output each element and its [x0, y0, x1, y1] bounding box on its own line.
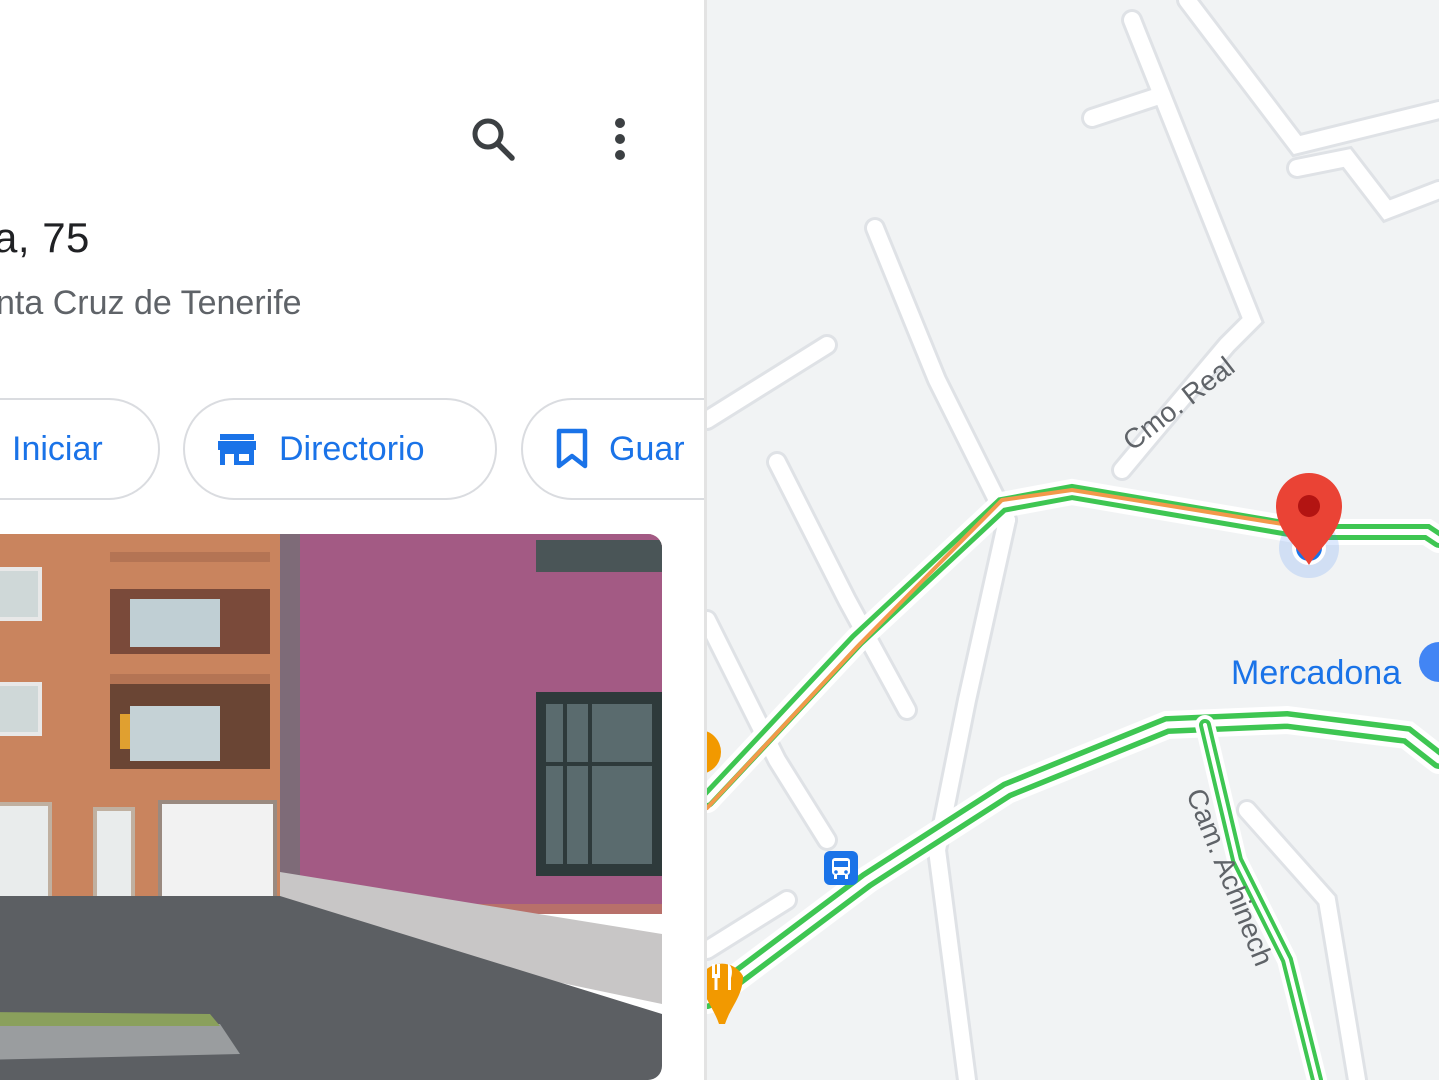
search-button[interactable] — [462, 108, 524, 170]
storefront-icon — [218, 434, 256, 465]
place-panel: a, 75 nta Cruz de Tenerife Iniciar Direc… — [0, 0, 704, 1080]
place-title: a, 75 — [0, 214, 90, 261]
save-button-label: Guar — [609, 429, 685, 468]
selected-location-marker[interactable] — [1227, 470, 1347, 590]
street-view-photo[interactable] — [0, 534, 662, 1080]
map-canvas[interactable]: Cmo. Real Cam. Achinech Mercadona — [707, 0, 1439, 1080]
restaurant-pin[interactable] — [707, 940, 753, 1026]
directory-button[interactable]: Directorio — [183, 398, 497, 500]
street-view-image — [0, 534, 662, 1080]
place-pin-icon — [707, 731, 721, 773]
directory-button-label: Directorio — [279, 429, 425, 468]
save-button[interactable]: Guar — [521, 398, 704, 500]
place-label-mercadona[interactable]: Mercadona — [1231, 654, 1401, 693]
bus-stop-icon — [824, 851, 858, 885]
restaurant-icon — [707, 963, 743, 1024]
bus-stop-pin[interactable] — [823, 850, 859, 886]
location-pin-icon — [1276, 473, 1342, 578]
bookmark-icon — [556, 428, 588, 469]
start-button[interactable]: Iniciar — [0, 398, 160, 500]
place-pin-partial[interactable] — [707, 728, 725, 778]
more-vert-icon — [615, 118, 625, 160]
search-icon — [472, 118, 515, 161]
start-button-label: Iniciar — [12, 429, 103, 468]
shopping-pin-icon — [1419, 642, 1439, 682]
mercadona-pin[interactable] — [1415, 640, 1439, 686]
more-options-button[interactable] — [592, 108, 648, 170]
place-subtitle: nta Cruz de Tenerife — [0, 284, 302, 322]
